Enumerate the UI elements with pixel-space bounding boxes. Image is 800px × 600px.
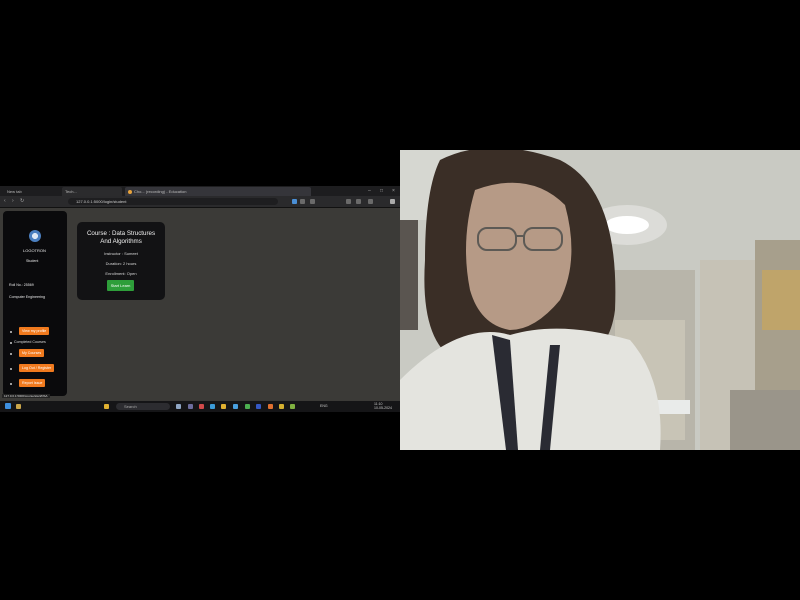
url-field[interactable]: 127.0.0.1:5000/login/student [68, 198, 278, 205]
app-icon[interactable] [199, 404, 204, 409]
language-indicator: ENG [320, 404, 328, 408]
clock[interactable]: 11:10 10-05-2024 [374, 402, 392, 410]
bullet-icon [10, 368, 12, 370]
extension-icon[interactable] [310, 199, 315, 204]
page-content: LOGOTRON Student Roll No.: 25569 Compute… [0, 208, 400, 401]
course-card: Course : Data Structures And Algorithms … [77, 222, 165, 300]
tab-label: New tab [7, 189, 22, 194]
vscode-icon[interactable] [256, 404, 261, 409]
forward-button[interactable]: › [12, 198, 14, 205]
sidebar: LOGOTRON Student Roll No.: 25569 Compute… [3, 211, 67, 396]
tab-label: Tech... [65, 189, 77, 194]
close-button[interactable]: × [392, 187, 395, 195]
store-icon[interactable] [233, 404, 238, 409]
roll-number: Roll No.: 25569 [9, 283, 34, 287]
webcam-image [400, 150, 800, 450]
back-button[interactable]: ‹ [4, 198, 6, 205]
link-status-bar: 127.0.0.1:5000/course/start/DSA [2, 394, 50, 398]
tab-bar: New tab Tech... Cho... (recording) - Edu… [0, 186, 400, 196]
file-explorer-icon[interactable] [221, 404, 226, 409]
course-title: Course : Data Structures And Algorithms [86, 230, 156, 245]
role-label: Student [26, 259, 39, 263]
bullet-icon [10, 353, 12, 355]
completed-courses-link[interactable]: Completed Courses [14, 340, 46, 344]
minimize-button[interactable]: – [368, 187, 371, 195]
tab-label: Cho... (recording) - Education [134, 189, 187, 194]
favorites-icon[interactable] [346, 199, 351, 204]
task-view-icon[interactable] [176, 404, 181, 409]
collections-icon[interactable] [356, 199, 361, 204]
app-icon[interactable] [268, 404, 273, 409]
date-text: 10-05-2024 [374, 405, 392, 410]
bullet-icon [10, 342, 12, 344]
enrollment-text: Enrollment: Open [105, 271, 137, 276]
taskbar: Search ENG 11:10 10-05-2024 [0, 401, 400, 412]
duration-text: Duration: 2 hours [105, 261, 137, 266]
browser-window: New tab Tech... Cho... (recording) - Edu… [0, 186, 400, 412]
reload-button[interactable]: ↻ [20, 198, 24, 205]
logout-button[interactable]: Log Out / Register [19, 364, 55, 372]
maximize-button[interactable]: □ [380, 187, 383, 195]
teams-icon[interactable] [188, 404, 193, 409]
brand-name: LOGOTRON [23, 248, 46, 253]
windows-start-icon[interactable] [5, 403, 11, 409]
tab-tech[interactable]: Tech... [62, 187, 122, 196]
bullet-icon [10, 383, 12, 385]
menu-icon[interactable] [390, 199, 395, 204]
extension-icon[interactable] [292, 199, 297, 204]
widgets-icon[interactable] [104, 404, 109, 409]
tab-active[interactable]: Cho... (recording) - Education [125, 187, 311, 196]
view-profile-button[interactable]: View my profile [19, 327, 50, 335]
my-courses-button[interactable]: My Courses [19, 349, 45, 357]
instructor-text: Instructor : Sumeet [104, 251, 138, 256]
address-bar: ‹ › ↻ 127.0.0.1:5000/login/student [0, 196, 400, 208]
system-tray[interactable]: ENG [320, 403, 328, 410]
chrome-icon[interactable] [245, 404, 250, 409]
app-icon[interactable] [279, 404, 284, 409]
favicon-icon [128, 189, 132, 194]
department: Computer Engineering [9, 295, 45, 299]
profile-icon[interactable] [368, 199, 373, 204]
taskbar-search-input[interactable]: Search [116, 403, 170, 410]
logo-icon [29, 230, 41, 242]
weather-icon[interactable] [16, 404, 21, 409]
edge-icon[interactable] [210, 404, 215, 409]
report-issue-button[interactable]: Report Issue [19, 379, 46, 387]
app-icon[interactable] [290, 404, 295, 409]
extension-icon[interactable] [300, 199, 305, 204]
start-learn-button[interactable]: Start Learn [107, 280, 134, 291]
bullet-icon [10, 331, 12, 333]
webcam-feed [400, 150, 800, 450]
tab-new[interactable]: New tab [4, 187, 60, 196]
